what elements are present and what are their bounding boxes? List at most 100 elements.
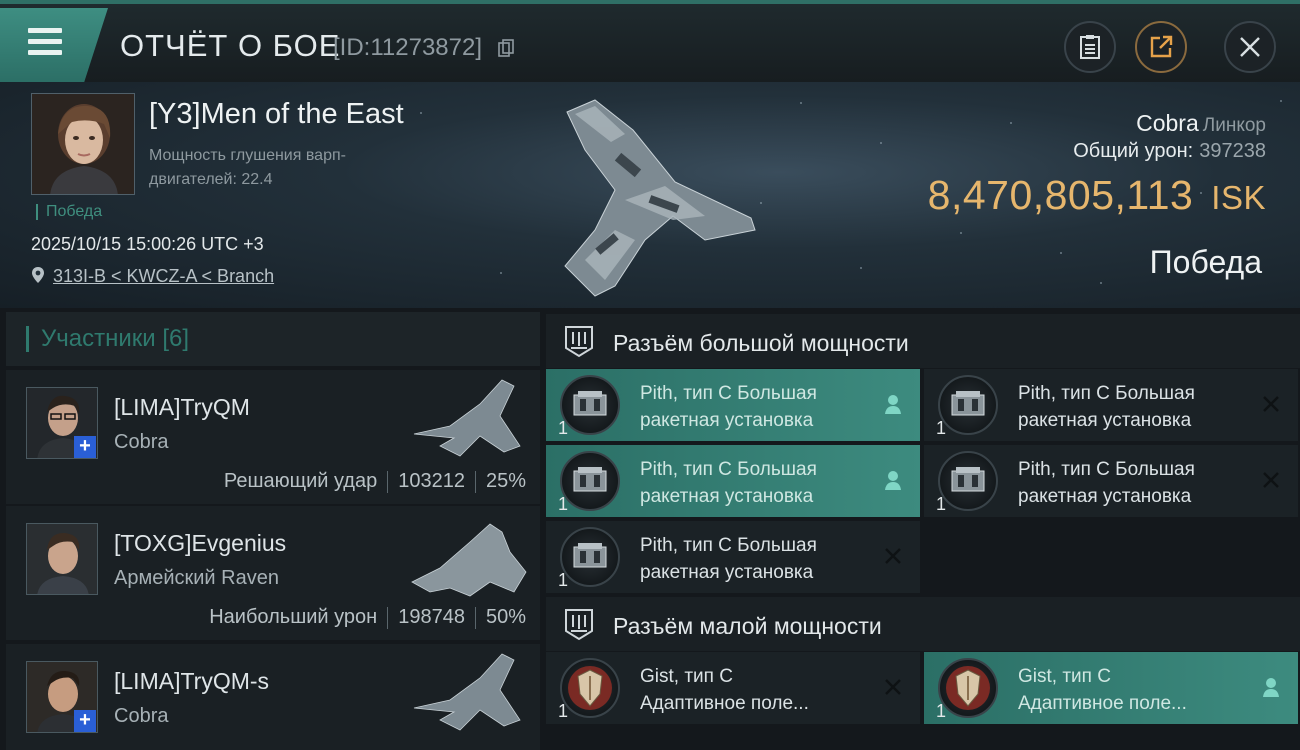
module-slot[interactable]: 1 Gist, тип C Адаптивное поле...: [924, 652, 1298, 724]
menu-icon: [28, 28, 62, 58]
add-contact-icon[interactable]: +: [74, 436, 96, 458]
pilot-icon: [1263, 678, 1279, 697]
participant-ship: Армейский Raven: [114, 567, 279, 589]
stat-damage: 198748: [398, 606, 465, 628]
module-type: ракетная установка: [640, 410, 814, 431]
participant-stats: Решающий удар 103212 25%: [224, 470, 526, 493]
module-type: ракетная установка: [1018, 410, 1192, 431]
module-quantity: 1: [936, 418, 947, 438]
participant-stats: Наибольший урон 198748 50%: [209, 606, 526, 629]
module-name: Pith, тип C Большая: [640, 383, 817, 404]
module-type: ракетная установка: [1018, 486, 1192, 507]
participant-name[interactable]: [LIMA]TryQM-s: [114, 668, 269, 695]
destroyed-icon: [1263, 396, 1279, 412]
victim-ship: Cobra Линкор: [1136, 110, 1266, 137]
location-pin-icon: [32, 267, 44, 283]
battle-summary: [Y3]Men of the East Мощность глушения ва…: [0, 82, 1300, 308]
participant-name[interactable]: [TOXG]Evgenius: [114, 530, 286, 557]
module-slot[interactable]: 1 Gist, тип C Адаптивное поле...: [546, 652, 920, 724]
module-name: Pith, тип C Большая: [1018, 459, 1195, 480]
ship-name: Cobra: [1136, 110, 1199, 136]
stat-label: Наибольший урон: [209, 606, 378, 628]
participant-ship-image: [413, 653, 521, 731]
stat-label: Решающий удар: [223, 470, 378, 492]
module-slot[interactable]: 1 Pith, тип C Большая ракетная установка: [924, 369, 1298, 441]
ship-class: Линкор: [1202, 115, 1266, 136]
avatar: [26, 523, 98, 595]
close-button[interactable]: [1224, 21, 1276, 73]
player-portrait: [31, 93, 135, 195]
module-name: Pith, тип C Большая: [640, 459, 817, 480]
adaptive-field-icon: [938, 658, 998, 718]
destroyed-icon: [885, 548, 901, 564]
module-type: Адаптивное поле...: [1018, 693, 1187, 714]
missile-launcher-icon: [938, 375, 998, 435]
battle-datetime: 2025/10/15 15:00:26 UTC +3: [31, 234, 264, 254]
report-id: [ID:11273872]: [333, 34, 483, 61]
high-slot-icon: [565, 326, 593, 358]
clipboard-icon: [1080, 35, 1100, 59]
adaptive-field-icon: [560, 658, 620, 718]
total-damage-label: Общий урон:: [1073, 140, 1194, 162]
participant-ship: Cobra: [114, 705, 169, 727]
module-quantity: 1: [558, 701, 569, 721]
copy-icon[interactable]: [498, 39, 514, 57]
isk-value: 8,470,805,113 ISK: [928, 172, 1266, 219]
high-slots-title: Разъём большой мощности: [613, 330, 909, 356]
victim-ship-image: [564, 99, 756, 297]
warp-scramble-strength: Мощность глушения варп-двигателей: 22.4: [149, 147, 346, 188]
total-damage: Общий урон: 397238: [1073, 140, 1266, 163]
page-title: ОТЧЁТ О БОЕ: [120, 28, 341, 63]
module-slot[interactable]: 1 Pith, тип C Большая ракетная установка: [546, 445, 920, 517]
total-damage-value: 397238: [1199, 140, 1266, 162]
participant-card[interactable]: + [LIMA]TryQM Cobra Решающий удар 103212 2…: [6, 370, 540, 504]
participant-name[interactable]: [LIMA]TryQM: [114, 394, 250, 421]
isk-amount: 8,470,805,113: [927, 172, 1194, 218]
module-name: Pith, тип C Большая: [640, 535, 817, 556]
missile-launcher-icon: [560, 451, 620, 511]
share-icon: [1150, 35, 1173, 58]
add-contact-icon[interactable]: +: [74, 710, 96, 732]
missile-launcher-icon: [560, 375, 620, 435]
low-slot-icon: [565, 609, 593, 641]
pilot-icon: [885, 471, 901, 490]
isk-unit: ISK: [1211, 179, 1266, 216]
participant-card[interactable]: + [LIMA]TryQM-s Cobra: [6, 644, 540, 750]
module-quantity: 1: [558, 418, 569, 438]
missile-launcher-icon: [938, 451, 998, 511]
close-icon: [1240, 37, 1260, 57]
stat-percent: 25%: [485, 470, 526, 492]
module-name: Pith, тип C Большая: [1018, 383, 1195, 404]
missile-launcher-icon: [560, 527, 620, 587]
share-button[interactable]: [1135, 21, 1187, 73]
module-name: Gist, тип C: [640, 666, 733, 687]
participant-ship-image: [411, 523, 527, 597]
module-type: ракетная установка: [640, 562, 814, 583]
participant-ship: Cobra: [114, 431, 169, 453]
participants-header: Участники [6]: [6, 312, 540, 366]
low-slots-header: Разъём малой мощности: [546, 597, 1300, 651]
top-bar: ОТЧЁТ О БОЕ [ID:11273872]: [0, 0, 1300, 82]
participants-title: Участники [6]: [26, 326, 189, 352]
player-name[interactable]: [Y3]Men of the East: [149, 98, 404, 131]
module-type: ракетная установка: [640, 486, 814, 507]
module-slot[interactable]: 1 Pith, тип C Большая ракетная установка: [546, 369, 920, 441]
module-quantity: 1: [558, 570, 569, 590]
low-slots-title: Разъём малой мощности: [613, 613, 882, 639]
stat-percent: 50%: [485, 606, 526, 628]
location-text[interactable]: 313I-B < KWCZ-A < Branch: [53, 266, 274, 286]
clipboard-button[interactable]: [1064, 21, 1116, 73]
module-quantity: 1: [558, 494, 569, 514]
module-type: Адаптивное поле...: [640, 693, 809, 714]
participant-card[interactable]: [TOXG]Evgenius Армейский Raven Наибольши…: [6, 506, 540, 640]
module-quantity: 1: [936, 494, 947, 514]
module-slot[interactable]: 1 Pith, тип C Большая ракетная установка: [546, 521, 920, 593]
pilot-icon: [885, 395, 901, 414]
stat-damage: 103212: [398, 470, 465, 492]
result-tag: Победа: [36, 204, 102, 220]
destroyed-icon: [885, 679, 901, 695]
high-slots-header: Разъём большой мощности: [546, 314, 1300, 368]
module-slot[interactable]: 1 Pith, тип C Большая ракетная установка: [924, 445, 1298, 517]
menu-button[interactable]: [0, 8, 108, 82]
location-link[interactable]: 313I-B < KWCZ-A < Branch: [31, 266, 274, 287]
